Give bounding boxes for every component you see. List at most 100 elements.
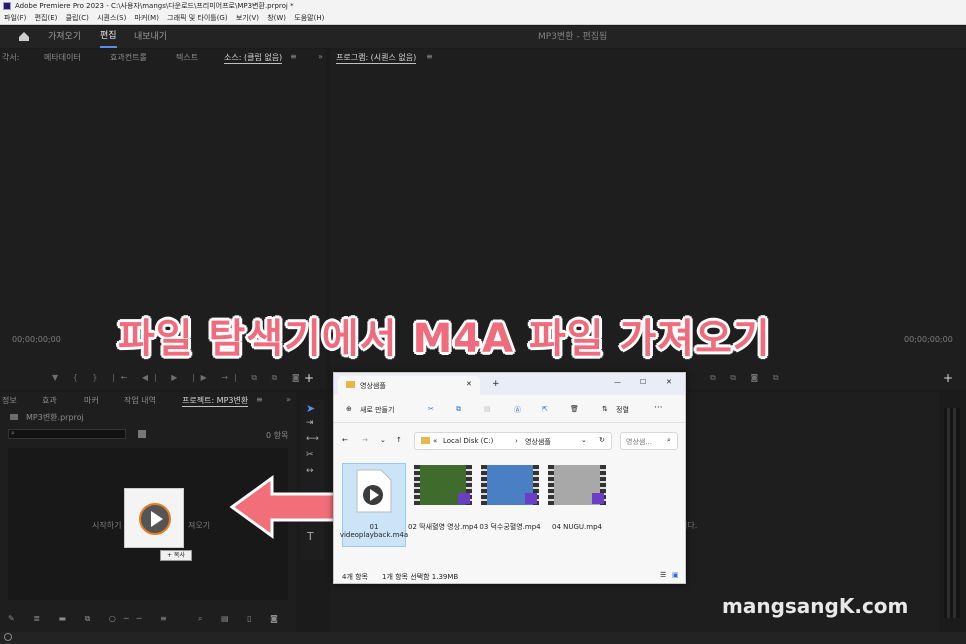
tab-effects[interactable]: 효과 [42, 395, 57, 406]
chevron-down-icon[interactable]: ⌄ [380, 436, 386, 444]
video-badge-icon [458, 493, 470, 504]
tab-metadata[interactable]: 메타데이터 [44, 52, 81, 63]
tab-source[interactable]: 소스: (클립 없음) [224, 52, 283, 64]
add-button-icon[interactable]: + [304, 371, 314, 385]
razor-tool-icon[interactable]: ✂ [306, 450, 314, 460]
video-badge-icon [525, 493, 537, 504]
breadcrumb-drive[interactable]: Local Disk (C:) [443, 437, 493, 445]
minimize-icon[interactable]: — [614, 378, 621, 386]
new-icon[interactable]: ⊕ [346, 405, 352, 413]
project-footer-tools[interactable]: ✎ ≣ ▬ ⧉ ○── ≡ [8, 614, 175, 624]
video-thumbnail [414, 465, 472, 505]
chevron-right-icon[interactable]: » [318, 52, 323, 61]
tab-captions[interactable]: 각서: [2, 52, 19, 63]
folder-icon [421, 437, 430, 444]
sort-icon[interactable]: ⇅ [602, 405, 608, 413]
menu-graphics[interactable]: 그래픽 및 타이틀(G) [167, 14, 227, 22]
share-icon[interactable]: ⇱ [542, 405, 548, 413]
item-count: 0 항목 [266, 431, 289, 440]
panel-menu-icon[interactable]: ≡ [426, 52, 433, 61]
search-field[interactable]: 영상샘... ⌕ [620, 432, 678, 450]
up-icon[interactable]: ↑ [396, 436, 402, 444]
explorer-status-bar: 4개 항목 1개 항목 선택함 1.39MB ☰ ▣ [334, 569, 685, 583]
title-bar: Adobe Premiere Pro 2023 - C:\사용자\mangs\다… [0, 0, 966, 12]
cut-icon[interactable]: ✂ [428, 405, 434, 413]
close-tab-icon[interactable]: ✕ [466, 380, 472, 388]
tab-title: 영상샘플 [360, 382, 386, 390]
refresh-icon[interactable]: ↻ [599, 436, 605, 444]
menu-view[interactable]: 보기(V) [236, 14, 259, 22]
new-bin-icon[interactable] [138, 430, 146, 438]
folder-icon [10, 414, 18, 420]
home-icon[interactable] [18, 31, 30, 42]
watermark: mangsangK.com [722, 594, 909, 618]
tab-edit[interactable]: 편집 [100, 26, 117, 48]
file-name[interactable]: 01 videoplayback.m4a [339, 523, 409, 539]
tab-history[interactable]: 작업 내역 [124, 395, 156, 406]
close-icon[interactable]: ✕ [666, 378, 672, 386]
tab-folder[interactable]: 영상샘플 ✕ [338, 376, 480, 395]
tab-markers[interactable]: 마커 [84, 395, 99, 406]
program-transport-controls[interactable]: ⧉ ⧉ ◙ ⧉ [710, 373, 785, 383]
search-icon: ⌕ [667, 436, 671, 444]
details-view-icon[interactable]: ☰ [660, 571, 666, 579]
tab-project[interactable]: 프로젝트: MP3변환 [182, 395, 249, 407]
file-name[interactable]: 04 NUGU.mp4 [542, 523, 612, 531]
menu-marker[interactable]: 마커(M) [135, 14, 159, 22]
dragged-file[interactable] [124, 488, 184, 548]
address-bar[interactable]: « Local Disk (C:) › 영상샘플 ⌄ ↻ [414, 432, 612, 450]
menu-edit[interactable]: 편집(E) [35, 14, 58, 22]
menu-help[interactable]: 도움말(H) [294, 14, 324, 22]
source-transport-controls[interactable]: ▼ { } |← ◀| ▶ |▶ →| ⧉ ⧉ ◙ [52, 373, 306, 383]
menu-file[interactable]: 파일(F) [4, 14, 26, 22]
rename-icon[interactable]: Ⓐ [514, 405, 521, 415]
copy-tooltip: + 복사 [160, 550, 192, 561]
status-bar [0, 632, 966, 644]
forward-icon[interactable]: → [362, 436, 368, 444]
overlay-caption: 파일 탐색기에서 M4A 파일 가져오기 [118, 316, 771, 362]
track-select-tool-icon[interactable]: ⇥ [306, 418, 314, 428]
command-bar: ⊕ 새로 만들기 ✂ ⧉ ▤ Ⓐ ⇱ 🗑 ⇅ 정렬 ··· [334, 397, 685, 423]
ripple-edit-tool-icon[interactable]: ⟷ [306, 434, 319, 444]
tab-export[interactable]: 내보내기 [134, 26, 167, 48]
sort-button[interactable]: 정렬 [616, 405, 629, 415]
maximize-icon[interactable]: ☐ [640, 378, 646, 386]
audio-file-icon [139, 503, 171, 535]
tab-import[interactable]: 가져오기 [48, 26, 81, 48]
menu-clip[interactable]: 클립(C) [66, 14, 89, 22]
delete-icon[interactable]: 🗑 [570, 405, 579, 413]
panel-menu-icon[interactable]: ≡ [256, 395, 263, 404]
explorer-tab-strip: 영상샘플 ✕ + — ☐ ✕ [334, 373, 685, 395]
chevron-right-icon[interactable]: » [286, 395, 291, 404]
chevron-down-icon[interactable]: ⌄ [581, 436, 587, 444]
project-footer-actions[interactable]: ⌕ ▤ ▯ ◙ [198, 614, 286, 624]
breadcrumb-folder[interactable]: 영상샘플 [525, 437, 551, 447]
more-icon[interactable]: ··· [654, 403, 663, 413]
file-name[interactable]: 02 딱새혈영 영상.mp4 [408, 523, 478, 531]
search-icon: ⌕ [11, 429, 15, 437]
audio-file-icon [356, 469, 392, 513]
tab-text[interactable]: 텍스트 [176, 52, 198, 63]
tab-info[interactable]: 정보 [2, 395, 17, 406]
tab-effect-controls[interactable]: 효과컨트롤 [110, 52, 147, 63]
menu-bar: 파일(F) 편집(E) 클립(C) 시퀀스(S) 마커(M) 그래픽 및 타이틀… [0, 12, 966, 25]
paste-icon[interactable]: ▤ [484, 405, 491, 413]
menu-sequence[interactable]: 시퀀스(S) [97, 14, 126, 22]
file-name[interactable]: 03 덕수궁혈영.mp4 [475, 523, 545, 531]
large-icons-view-icon[interactable]: ▣ [672, 571, 679, 579]
search-input[interactable]: ⌕ [8, 429, 126, 439]
back-icon[interactable]: ← [342, 436, 348, 444]
import-hint-right: 져오기 [188, 521, 211, 530]
add-button-icon[interactable]: + [943, 371, 953, 385]
new-tab-icon[interactable]: + [492, 379, 500, 389]
selection-tool-icon[interactable]: ➤ [306, 402, 315, 415]
arrow-left-icon [229, 475, 338, 539]
panel-menu-icon[interactable]: ≡ [290, 52, 297, 61]
menu-window[interactable]: 창(W) [267, 14, 286, 22]
status-icon [4, 633, 12, 641]
video-thumbnail [481, 465, 539, 505]
tab-program[interactable]: 프로그램: (시퀀스 없음) [336, 52, 417, 64]
audio-meter [944, 408, 960, 618]
copy-icon[interactable]: ⧉ [456, 405, 461, 414]
new-button[interactable]: 새로 만들기 [360, 405, 394, 415]
